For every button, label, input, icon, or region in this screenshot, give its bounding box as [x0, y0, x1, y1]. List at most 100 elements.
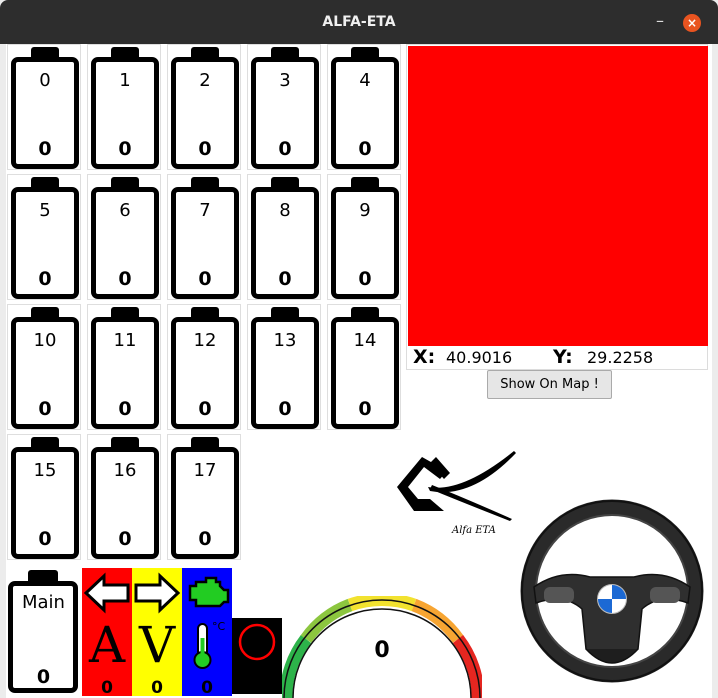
battery-body: 40: [331, 57, 399, 169]
cell-value: 0: [358, 268, 372, 290]
battery-cell: 12 0: [167, 304, 241, 430]
current-value: 0: [101, 678, 113, 698]
map-view: [408, 46, 708, 346]
y-value: 29.2258: [587, 348, 654, 367]
cell-number: 2: [199, 70, 211, 91]
battery-cell: 70: [167, 174, 241, 300]
battery-cell: 80: [247, 174, 321, 300]
main-battery-value: 0: [36, 666, 51, 688]
cell-number: 0: [39, 70, 51, 91]
cell-number: 10: [33, 330, 57, 351]
battery-body: 20: [171, 57, 239, 169]
battery-body: 10: [91, 57, 159, 169]
battery-body: 00: [11, 57, 79, 169]
status-light: [232, 618, 282, 694]
x-value: 40.9016: [446, 348, 513, 367]
battery-cell: 10 0: [7, 304, 81, 430]
map-panel: X: 40.9016 Y: 29.2258: [406, 44, 708, 370]
cell-number: 5: [39, 200, 51, 221]
right-arrow-icon: [134, 572, 181, 614]
battery-cell: 90: [327, 174, 401, 300]
cell-value: 0: [278, 398, 292, 420]
cell-number: 11: [113, 330, 137, 351]
battery-body: 80: [251, 187, 319, 299]
cell-value: 0: [358, 138, 372, 160]
close-icon[interactable]: ×: [683, 14, 701, 32]
battery-body: 10 0: [11, 317, 79, 429]
left-arrow-icon: [83, 572, 130, 614]
engine-icon: [188, 576, 230, 608]
cell-number: 4: [359, 70, 371, 91]
right-turn-indicator: [132, 568, 182, 618]
battery-cell: 10: [87, 44, 161, 170]
voltage-value: 0: [151, 678, 163, 698]
engine-indicator: [182, 568, 232, 618]
battery-cell: 50: [7, 174, 81, 300]
cell-value: 0: [198, 528, 212, 550]
cell-number: 8: [279, 200, 291, 221]
temperature-indicator: °C 0: [182, 618, 232, 698]
title-bar: ALFA-ETA – ×: [0, 0, 718, 44]
alfa-eta-logo: Alfa ETA: [392, 449, 517, 549]
speed-value: 0: [374, 638, 390, 663]
cell-value: 0: [198, 268, 212, 290]
cell-value: 0: [38, 138, 52, 160]
cell-value: 0: [358, 398, 372, 420]
window-title: ALFA-ETA: [322, 14, 396, 30]
battery-body: 13 0: [251, 317, 319, 429]
battery-body: 12 0: [171, 317, 239, 429]
cell-value: 0: [278, 138, 292, 160]
main-battery: Main 0: [6, 566, 81, 696]
battery-cell: 13 0: [247, 304, 321, 430]
speedometer: 0: [279, 593, 485, 698]
dashboard: 0 0 1 0 2 0 3 0 4 0 5 0 6 0 7 0 8 0 9 0 10 0 11 0 12 0 13 0 14 0 15 0 16…: [6, 44, 712, 698]
battery-body: 60: [91, 187, 159, 299]
cell-value: 0: [38, 268, 52, 290]
y-label: Y:: [553, 346, 573, 368]
cell-value: 0: [118, 398, 132, 420]
cell-value: 0: [118, 528, 132, 550]
cell-value: 0: [38, 528, 52, 550]
battery-cell: 60: [87, 174, 161, 300]
battery-body: 16 0: [91, 447, 159, 559]
cell-number: 9: [359, 200, 371, 221]
cell-value: 0: [38, 398, 52, 420]
temperature-value: 0: [201, 678, 213, 698]
battery-cell: 20: [167, 44, 241, 170]
cell-value: 0: [118, 268, 132, 290]
cell-number: 17: [193, 460, 217, 481]
battery-body: 11 0: [91, 317, 159, 429]
voltage-indicator: V 0: [132, 616, 182, 698]
cell-value: 0: [118, 138, 132, 160]
battery-cell: 00: [7, 44, 81, 170]
cell-value: 0: [198, 138, 212, 160]
x-label: X:: [413, 346, 436, 368]
left-turn-indicator: [82, 568, 132, 618]
minimize-icon[interactable]: –: [651, 12, 669, 30]
cell-number: 6: [119, 200, 131, 221]
steering-wheel: [520, 499, 704, 683]
app-window: ALFA-ETA – × 0 0 1 0 2 0 3 0 4 0 5 0 6 0 7 0 8 0 9 0 10 0 11 0 1…: [0, 0, 718, 698]
current-symbol: A: [88, 616, 126, 674]
battery-cell: 15 0: [7, 434, 81, 560]
current-indicator: A 0: [82, 616, 132, 698]
battery-cell: 16 0: [87, 434, 161, 560]
battery-body: 15 0: [11, 447, 79, 559]
battery-cell: 14 0: [327, 304, 401, 430]
cell-number: 14: [353, 330, 377, 351]
battery-body: 17 0: [171, 447, 239, 559]
main-battery-label: Main: [22, 592, 65, 613]
cell-value: 0: [198, 398, 212, 420]
cell-number: 7: [199, 200, 211, 221]
battery-body: 50: [11, 187, 79, 299]
temperature-unit: °C: [212, 620, 226, 633]
battery-body: 70: [171, 187, 239, 299]
battery-cell: 30: [247, 44, 321, 170]
cell-number: 1: [119, 70, 131, 91]
cell-number: 16: [113, 460, 137, 481]
show-on-map-button[interactable]: Show On Map !: [487, 370, 612, 399]
battery-body: 14 0: [331, 317, 399, 429]
cell-value: 0: [278, 268, 292, 290]
battery-cell: 17 0: [167, 434, 241, 560]
battery-body: 30: [251, 57, 319, 169]
